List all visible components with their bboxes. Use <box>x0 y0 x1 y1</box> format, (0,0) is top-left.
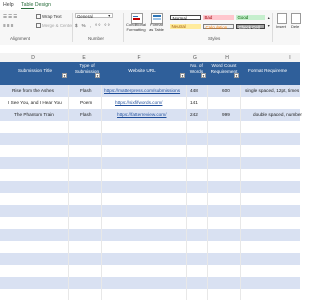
style-neutral[interactable]: Neutral <box>170 24 201 29</box>
cell-requirement[interactable]: 999 <box>222 109 230 121</box>
format-as-table-label[interactable]: Format as Table <box>148 22 165 32</box>
cell-type[interactable]: Flash <box>80 85 91 97</box>
filter-dropdown-icon[interactable]: ▾ <box>95 73 100 78</box>
filter-dropdown-icon[interactable]: ▾ <box>201 73 206 78</box>
cell-requirement[interactable]: 600 <box>222 85 230 97</box>
style-bad[interactable]: Bad <box>203 15 234 20</box>
empty-row[interactable] <box>0 157 300 169</box>
merge-icon <box>36 23 41 29</box>
style-calculation[interactable]: Calculation <box>203 24 234 30</box>
table-row[interactable]: Rise from the Ashes Flash https://matter… <box>0 85 300 97</box>
group-label-styles: Styles <box>208 36 221 41</box>
icon-bar <box>133 15 138 17</box>
align-icons[interactable]: ☰ ☰ ☰ <box>3 14 17 20</box>
column-letter-f[interactable]: F <box>134 55 144 61</box>
gridline <box>207 62 208 300</box>
merge-center-button[interactable]: Merge & Center <box>36 23 73 29</box>
empty-row[interactable] <box>0 265 300 277</box>
group-label-number: Number <box>88 36 105 41</box>
ribbon-divider <box>123 13 124 42</box>
cell-format[interactable]: single spaced, 12pt, times <box>245 85 299 97</box>
cell-format[interactable]: double spaced, number <box>253 109 302 121</box>
empty-row[interactable] <box>0 145 300 157</box>
table-row[interactable]: I See You, and I Hear You Poem https://s… <box>0 97 300 109</box>
empty-row[interactable] <box>0 241 300 253</box>
icon-bar <box>153 15 161 17</box>
cell-type[interactable]: Poem <box>80 97 92 109</box>
number-format-value: General <box>77 14 93 19</box>
cell-title[interactable]: Rise from the Ashes <box>12 85 54 97</box>
gridline <box>101 62 102 300</box>
cell-url[interactable]: https://sixfifwords.com/ <box>115 97 162 109</box>
active-tab-indicator <box>21 8 34 10</box>
header-format-requirement[interactable]: Format Requireme <box>248 68 308 74</box>
empty-row[interactable] <box>0 169 300 181</box>
empty-row[interactable] <box>0 121 300 133</box>
insert-cells-label[interactable]: Insert <box>276 24 286 29</box>
cell-title[interactable]: I See You, and I Hear You <box>8 97 62 109</box>
wrap-text-label: Wrap Text <box>42 14 62 19</box>
cell-words[interactable]: 242 <box>190 109 198 121</box>
column-letter-i[interactable]: I <box>285 55 295 61</box>
icon-bar <box>133 18 140 20</box>
icon-bar <box>153 18 161 20</box>
table-row[interactable]: The Phantom Train Flash https://fatterre… <box>0 109 302 121</box>
style-good[interactable]: Good <box>236 15 265 20</box>
group-label-alignment: Alignment <box>10 36 31 41</box>
gridline <box>68 62 69 300</box>
ribbon: ☰ ☰ ☰ ≡ ≡ ≡ Wrap Text Merge & Center Ali… <box>0 10 301 46</box>
cell-url[interactable]: https://fatterreview.com/ <box>117 109 167 121</box>
tab-help[interactable]: Help <box>3 2 14 8</box>
ribbon-tabs: Help Table Design <box>0 0 300 10</box>
wrap-text-button[interactable]: Wrap Text <box>36 14 62 20</box>
cell-url[interactable]: https://matterpress.com/submissions <box>104 85 180 97</box>
column-letter-e[interactable]: E <box>79 55 89 61</box>
style-normal[interactable]: Normal <box>170 15 201 21</box>
empty-row[interactable] <box>0 229 300 241</box>
empty-row[interactable] <box>0 193 300 205</box>
align-icons-2[interactable]: ≡ ≡ ≡ <box>3 23 13 28</box>
filter-dropdown-icon[interactable]: ▾ <box>62 73 67 78</box>
column-letter-d[interactable]: D <box>28 55 38 61</box>
filter-dropdown-icon[interactable]: ▾ <box>234 73 239 78</box>
cell-words[interactable]: 141 <box>190 97 198 109</box>
ribbon-divider <box>72 13 73 42</box>
empty-row[interactable] <box>0 289 300 300</box>
empty-row[interactable] <box>0 277 300 289</box>
styles-scroll-up-icon[interactable]: ▲ <box>267 16 270 20</box>
gridline <box>186 62 187 300</box>
delete-cells-icon[interactable] <box>291 13 301 24</box>
style-check-cell[interactable]: Check Cell <box>236 24 265 30</box>
empty-row[interactable] <box>0 181 300 193</box>
gridline <box>240 62 241 300</box>
insert-cells-icon[interactable] <box>277 13 287 24</box>
chevron-down-icon: ▼ <box>107 14 111 18</box>
column-letter-h[interactable]: H <box>222 55 232 61</box>
cell-words[interactable]: 448 <box>190 85 198 97</box>
empty-row[interactable] <box>0 253 300 265</box>
merge-center-label: Merge & Center <box>42 23 73 28</box>
cell-type[interactable]: Flash <box>80 109 91 121</box>
table-header-row: Submission Title ▾ Type of Submission ▾ … <box>0 62 300 85</box>
conditional-formatting-label[interactable]: Conditional Formatting <box>125 22 147 32</box>
styles-expand-icon[interactable]: ▼ <box>267 24 270 28</box>
filter-dropdown-icon[interactable]: ▾ <box>180 73 185 78</box>
ribbon-divider <box>272 13 273 42</box>
empty-row[interactable] <box>0 217 300 229</box>
column-letter-g[interactable]: G <box>190 55 200 61</box>
number-format-icons[interactable]: $ % , ⁰⁰ ⁰⁰ <box>75 23 111 29</box>
empty-row[interactable] <box>0 205 300 217</box>
number-format-dropdown[interactable]: General ▼ <box>75 13 113 19</box>
header-submission-title[interactable]: Submission Title <box>10 68 60 74</box>
wrap-text-icon <box>36 14 41 20</box>
empty-row[interactable] <box>0 133 300 145</box>
cell-title[interactable]: The Phantom Train <box>14 109 54 121</box>
header-website-url[interactable]: Website URL <box>112 68 172 74</box>
delete-cells-label[interactable]: Dele <box>291 24 299 29</box>
